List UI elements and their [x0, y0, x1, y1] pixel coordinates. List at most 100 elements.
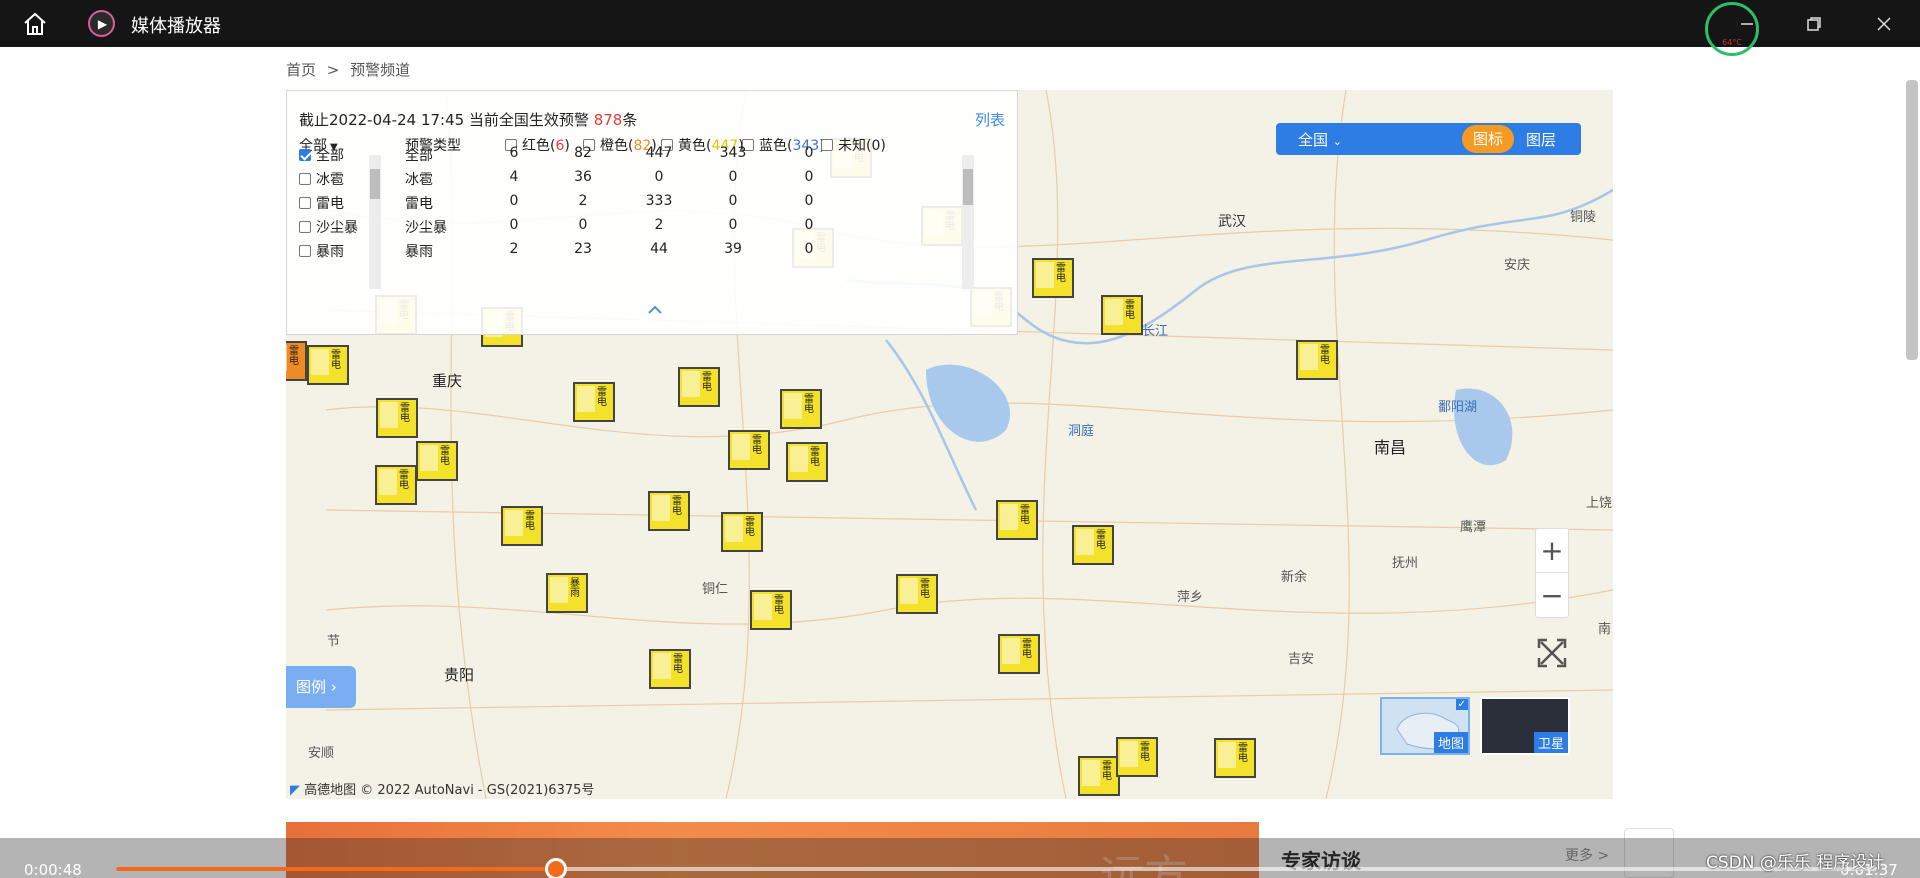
checkbox[interactable] — [299, 197, 311, 209]
fullscreen-icon[interactable] — [1535, 636, 1569, 670]
warning-text: 雷电 — [1056, 263, 1066, 284]
checkbox[interactable] — [299, 221, 311, 233]
warning-icon-orange[interactable]: 雷电 — [286, 341, 307, 381]
warning-icon-yellow[interactable]: 雷电 — [780, 389, 822, 429]
title-bar: ▶ 媒体播放器 — [0, 0, 1920, 47]
breadcrumb-home[interactable]: 首页 — [286, 61, 316, 79]
warning-icon-yellow[interactable]: 雷电 — [649, 649, 691, 689]
tab-icon-view[interactable]: 图标 — [1462, 125, 1514, 153]
warning-symbol-icon — [725, 516, 743, 542]
seek-handle[interactable] — [545, 858, 567, 878]
cell-unknown: 0 — [804, 217, 814, 233]
checkbox[interactable] — [299, 173, 311, 185]
warning-icon-yellow[interactable]: 雷电 — [678, 367, 720, 407]
warning-icon-yellow[interactable]: 雷电 — [728, 430, 770, 470]
tab-layer-view[interactable]: 图层 — [1526, 129, 1556, 150]
breadcrumb-separator: > — [326, 61, 340, 79]
warning-icon-yellow[interactable]: 暴雨 — [546, 573, 588, 613]
warning-icon-yellow[interactable]: 雷电 — [721, 512, 763, 552]
map-label-changjiang: 长江 — [1142, 324, 1169, 339]
map-type-label: 地图 — [1433, 732, 1468, 753]
zoom-out-button[interactable]: − — [1536, 573, 1568, 617]
page-scrollbar[interactable] — [1906, 80, 1918, 360]
map-label-anqing: 安庆 — [1504, 258, 1531, 273]
map-type-map[interactable]: 地图 ✓ — [1380, 697, 1470, 755]
warning-icon-yellow[interactable]: 雷电 — [750, 590, 792, 630]
map-label-yingtan: 鹰潭 — [1460, 520, 1487, 535]
map-type-satellite[interactable]: 卫星 — [1480, 697, 1570, 755]
warning-icon-yellow[interactable]: 雷电 — [501, 506, 543, 546]
warning-icon-yellow[interactable]: 雷电 — [1078, 756, 1120, 796]
warning-icon-yellow[interactable]: 雷电 — [1032, 258, 1074, 298]
warning-text: 雷电 — [702, 372, 712, 393]
warning-icon-yellow[interactable]: 雷电 — [896, 574, 938, 614]
amap-logo-icon: ◤ — [290, 783, 300, 798]
row-filter[interactable]: 暴雨 — [299, 241, 344, 261]
checkbox[interactable] — [299, 245, 311, 257]
warning-symbol-icon — [1218, 742, 1236, 768]
warning-icon-yellow[interactable]: 雷电 — [996, 500, 1038, 540]
warning-icon-yellow[interactable]: 雷电 — [376, 398, 418, 438]
warning-icon-yellow[interactable]: 雷电 — [573, 382, 615, 422]
warning-icon-yellow[interactable]: 雷电 — [1116, 737, 1158, 777]
warning-symbol-icon — [900, 578, 918, 604]
warning-icon-yellow[interactable]: 雷电 — [1101, 295, 1143, 335]
cell-unknown: 0 — [804, 193, 814, 209]
row-type: 暴雨 — [405, 244, 433, 260]
row-filter[interactable]: 沙尘暴 — [299, 217, 358, 237]
checkbox[interactable] — [299, 149, 311, 161]
warning-icon-yellow[interactable]: 雷电 — [998, 634, 1040, 674]
legend-label: 图例 — [296, 678, 327, 696]
warning-icon-yellow[interactable]: 雷电 — [648, 491, 690, 531]
cell-unknown: 0 — [804, 241, 814, 257]
warning-icon-yellow[interactable]: 雷电 — [416, 441, 458, 481]
warning-symbol-icon — [1076, 529, 1094, 555]
close-button[interactable] — [1870, 10, 1898, 38]
row-filter[interactable]: 全部 — [299, 145, 344, 165]
cell-blue: 0 — [728, 169, 738, 185]
region-select[interactable]: 全国 ⌄ — [1298, 129, 1342, 150]
close-icon — [1877, 17, 1891, 31]
warning-icon-yellow[interactable]: 雷电 — [1296, 340, 1338, 380]
legend-button[interactable]: 图例 › — [286, 666, 356, 708]
warning-icon-yellow[interactable]: 雷电 — [307, 345, 349, 385]
restore-button[interactable] — [1800, 10, 1828, 38]
warning-symbol-icon — [784, 393, 802, 419]
row-filter-label: 暴雨 — [316, 244, 344, 260]
list-view-link[interactable]: 列表 — [975, 109, 1005, 130]
chevron-right-icon: › — [330, 678, 337, 696]
cell-orange: 82 — [574, 145, 592, 161]
warning-text: 雷电 — [1022, 639, 1032, 660]
map-label-dongting: 洞庭 — [1068, 424, 1095, 439]
row-type: 冰雹 — [405, 172, 433, 188]
breadcrumb-current[interactable]: 预警频道 — [350, 61, 410, 79]
cell-orange: 23 — [574, 241, 592, 257]
cell-orange: 2 — [578, 193, 588, 209]
region-toolbar: 全国 ⌄ 图标 图层 — [1276, 123, 1581, 155]
warning-text: 雷电 — [1125, 300, 1135, 321]
warning-symbol-icon — [311, 349, 329, 375]
warning-summary-panel: 截止2022-04-24 17:45 当前全国生效预警 878条 列表 全部 ▼ … — [286, 90, 1018, 335]
warning-icon-yellow[interactable]: 雷电 — [1072, 525, 1114, 565]
warning-icon-yellow[interactable]: 雷电 — [375, 465, 417, 505]
warning-text: 雷电 — [597, 387, 607, 408]
warning-icon-yellow[interactable]: 雷电 — [786, 442, 828, 482]
map-label-poyanghu: 鄱阳湖 — [1438, 400, 1478, 415]
row-type: 全部 — [405, 148, 433, 164]
cell-yellow: 333 — [645, 193, 673, 209]
table-scrollbar[interactable] — [962, 155, 974, 289]
row-filter[interactable]: 雷电 — [299, 193, 344, 213]
collapse-chevron-up-icon[interactable] — [645, 303, 665, 317]
home-icon[interactable] — [22, 11, 48, 37]
row-filter[interactable]: 冰雹 — [299, 169, 344, 189]
warning-icon-yellow[interactable]: 雷电 — [1214, 738, 1256, 778]
filter-scrollbar[interactable] — [369, 155, 381, 289]
zoom-in-button[interactable]: + — [1536, 529, 1568, 573]
map-label-tongren: 铜仁 — [702, 582, 729, 597]
warning-text: 雷电 — [804, 394, 814, 415]
warning-symbol-icon — [379, 469, 397, 495]
warning-text: 雷电 — [673, 654, 683, 675]
warning-summary: 截止2022-04-24 17:45 当前全国生效预警 878条 — [299, 109, 637, 130]
warning-symbol-icon — [550, 577, 568, 603]
row-filter-label: 雷电 — [316, 196, 344, 212]
